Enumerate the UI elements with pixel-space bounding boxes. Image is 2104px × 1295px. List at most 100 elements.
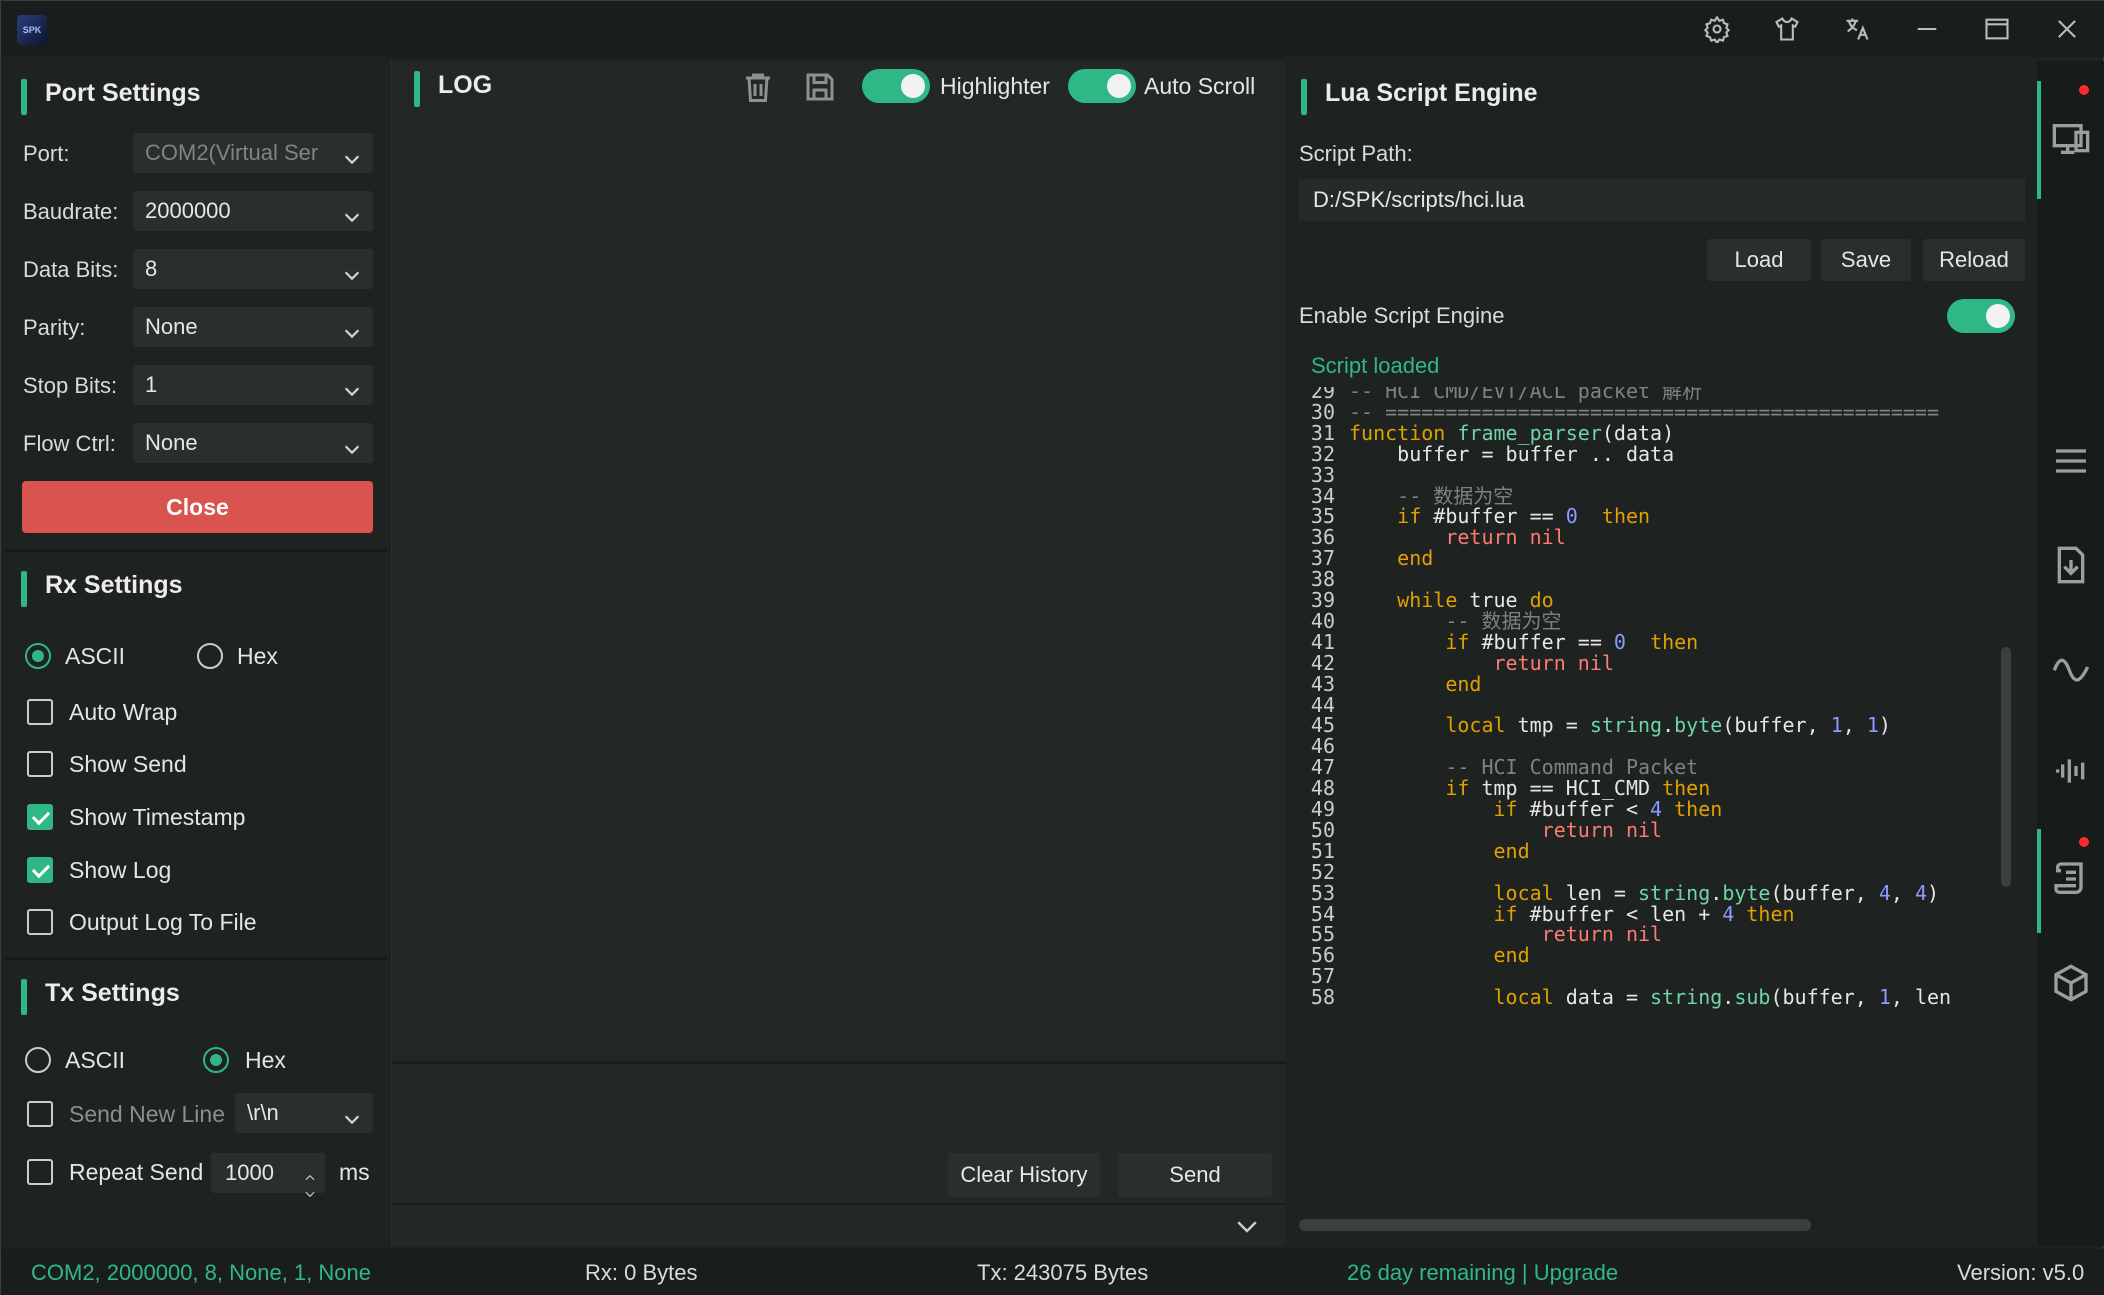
- active-indicator: [2037, 829, 2041, 933]
- chevron-down-icon: [341, 317, 363, 339]
- baudrate-select[interactable]: 2000000: [133, 191, 373, 231]
- line-number: 58: [1310, 985, 1335, 1010]
- gear-icon[interactable]: [1695, 9, 1739, 49]
- rx-ascii-label: ASCII: [65, 643, 126, 669]
- notification-dot: [2079, 85, 2089, 95]
- rx-settings-title: Rx Settings: [21, 571, 183, 607]
- bar-chart-icon[interactable]: [2051, 751, 2091, 791]
- reload-button[interactable]: Reload: [1923, 239, 2025, 281]
- script-path-input[interactable]: D:/SPK/scripts/hci.lua: [1299, 179, 2025, 221]
- serial-port-icon[interactable]: [2051, 119, 2091, 159]
- show-timestamp-checkbox[interactable]: [27, 804, 53, 830]
- highlighter-label: Highlighter: [940, 73, 1050, 99]
- divider: [5, 549, 387, 552]
- output-log-checkbox[interactable]: [27, 909, 53, 935]
- tx-hex-label: Hex: [245, 1047, 286, 1073]
- trash-icon[interactable]: [740, 69, 776, 105]
- send-new-line-checkbox[interactable]: [27, 1101, 53, 1127]
- chevron-down-icon: [341, 375, 363, 397]
- app-logo: SPK: [17, 15, 47, 45]
- chevron-down-icon: [341, 259, 363, 281]
- waveform-icon[interactable]: [2051, 647, 2091, 687]
- new-line-value: \r\n: [247, 1100, 279, 1125]
- stopbits-label: Stop Bits:: [23, 373, 118, 398]
- highlighter-toggle[interactable]: [862, 69, 930, 103]
- stopbits-select[interactable]: 1: [133, 365, 373, 405]
- divider: [392, 1203, 1286, 1205]
- chevron-down-icon[interactable]: [1232, 1211, 1262, 1241]
- flowctrl-select[interactable]: None: [133, 423, 373, 463]
- parity-value: None: [145, 314, 198, 339]
- show-log-label: Show Log: [69, 857, 172, 883]
- baudrate-value: 2000000: [145, 198, 231, 223]
- chevron-down-icon: [341, 1103, 363, 1125]
- package-icon[interactable]: [2051, 963, 2091, 1003]
- enable-script-label: Enable Script Engine: [1299, 303, 1505, 328]
- status-bar: COM2, 2000000, 8, None, 1, None Rx: 0 By…: [1, 1249, 2104, 1295]
- load-button[interactable]: Load: [1707, 239, 1811, 281]
- parity-label: Parity:: [23, 315, 86, 340]
- close-icon[interactable]: [2045, 9, 2089, 49]
- chevron-up-icon[interactable]: [303, 1158, 317, 1181]
- right-icon-bar: [2037, 61, 2104, 1246]
- databits-value: 8: [145, 256, 158, 281]
- show-send-checkbox[interactable]: [27, 751, 53, 777]
- output-log-label: Output Log To File: [69, 909, 257, 935]
- port-value: COM2(Virtual Ser: [145, 140, 319, 165]
- tx-bytes-status: Tx: 243075 Bytes: [977, 1260, 1149, 1285]
- maximize-icon[interactable]: [1975, 9, 2019, 49]
- show-timestamp-label: Show Timestamp: [69, 804, 246, 830]
- baudrate-label: Baudrate:: [23, 199, 119, 224]
- rx-hex-radio[interactable]: [197, 643, 223, 669]
- tx-settings-title: Tx Settings: [21, 979, 180, 1015]
- show-log-checkbox[interactable]: [27, 857, 53, 883]
- chevron-down-icon[interactable]: [303, 1174, 317, 1198]
- log-title: LOG: [414, 71, 492, 107]
- stopbits-value: 1: [145, 372, 158, 397]
- code-text: local data = string.sub(buffer, 1, len: [1493, 985, 1952, 1010]
- code-text: end: [1397, 546, 1434, 571]
- license-upgrade-link[interactable]: 26 day remaining | Upgrade: [1347, 1249, 1618, 1295]
- repeat-interval-value: 1000: [225, 1160, 274, 1185]
- log-panel: LOG Highlighter Auto Scroll Clear Histor…: [391, 61, 1286, 1246]
- script-status-text: Script loaded: [1311, 353, 1440, 378]
- save-button[interactable]: Save: [1821, 239, 1911, 281]
- send-button[interactable]: Send: [1118, 1153, 1272, 1197]
- tx-ascii-label: ASCII: [65, 1047, 126, 1073]
- databits-select[interactable]: 8: [133, 249, 373, 289]
- download-file-icon[interactable]: [2051, 545, 2091, 585]
- script-icon[interactable]: [2051, 859, 2091, 899]
- enable-script-toggle[interactable]: [1947, 299, 2015, 333]
- code-text: local tmp = string.byte(buffer, 1, 1): [1445, 713, 1891, 738]
- rx-ascii-radio[interactable]: [25, 643, 51, 669]
- port-select[interactable]: COM2(Virtual Ser: [133, 133, 373, 173]
- new-line-select[interactable]: \r\n: [235, 1093, 373, 1133]
- code-horizontal-scrollbar[interactable]: [1299, 1219, 1811, 1231]
- auto-scroll-toggle[interactable]: [1068, 69, 1136, 103]
- send-new-line-label: Send New Line: [69, 1101, 225, 1127]
- minimize-icon[interactable]: [1905, 9, 1949, 49]
- lua-title: Lua Script Engine: [1301, 79, 1538, 115]
- translate-icon[interactable]: [1835, 9, 1879, 49]
- menu-icon[interactable]: [2051, 441, 2091, 481]
- close-port-button[interactable]: Close: [22, 481, 373, 533]
- save-icon[interactable]: [802, 69, 838, 105]
- tx-ascii-radio[interactable]: [25, 1047, 51, 1073]
- repeat-send-label: Repeat Send: [69, 1159, 204, 1185]
- left-settings-panel: Port Settings Port: COM2(Virtual Ser Bau…: [5, 61, 387, 1246]
- databits-label: Data Bits:: [23, 257, 119, 282]
- repeat-interval-stepper[interactable]: 1000: [211, 1153, 325, 1198]
- code-editor[interactable]: 29 -- HCI CMD/EVT/ACL packet 解析 30 -- =====…: [1299, 387, 2025, 1231]
- show-send-label: Show Send: [69, 751, 187, 777]
- parity-select[interactable]: None: [133, 307, 373, 347]
- code-vertical-scrollbar[interactable]: [2001, 647, 2011, 887]
- shirt-icon[interactable]: [1765, 9, 1809, 49]
- active-indicator: [2037, 81, 2041, 199]
- flowctrl-label: Flow Ctrl:: [23, 431, 116, 456]
- auto-wrap-checkbox[interactable]: [27, 699, 53, 725]
- repeat-send-checkbox[interactable]: [27, 1159, 53, 1185]
- code-text: end: [1445, 671, 1482, 696]
- clear-history-button[interactable]: Clear History: [948, 1153, 1100, 1197]
- flowctrl-value: None: [145, 430, 198, 455]
- tx-hex-radio[interactable]: [203, 1047, 229, 1073]
